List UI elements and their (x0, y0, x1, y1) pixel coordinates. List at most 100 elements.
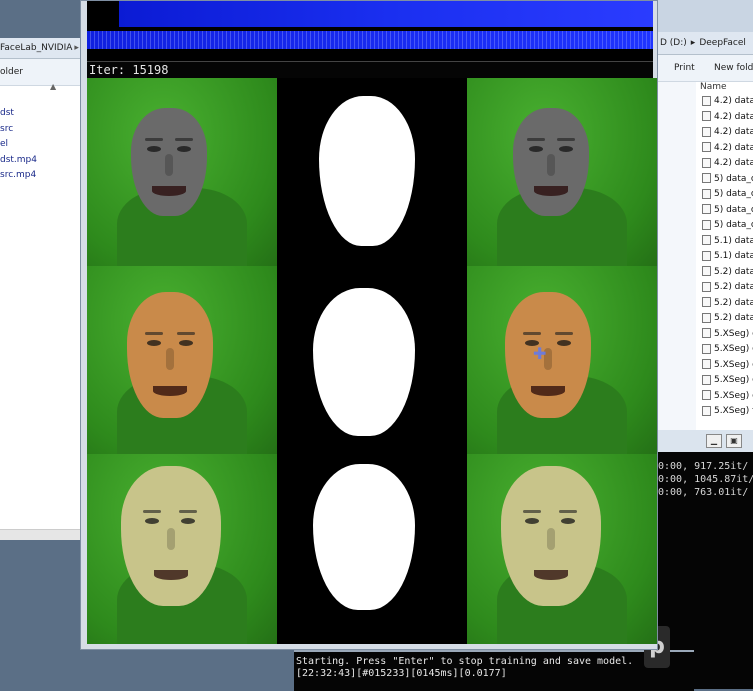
list-item[interactable]: 5) data_c (702, 187, 753, 203)
file-name: 5) data_c (714, 173, 753, 184)
list-item[interactable]: 5.1) data (702, 249, 753, 265)
face-eye (557, 340, 571, 346)
file-icon (702, 204, 711, 214)
minimize-icon[interactable]: ▁ (706, 434, 722, 448)
list-item[interactable]: 4.2) data (702, 141, 753, 157)
list-item[interactable]: 4.2) data (702, 156, 753, 172)
right-address-bar[interactable]: D (D:) ▸ DeepFacel (656, 32, 753, 55)
face-brow (523, 332, 541, 335)
file-icon (702, 235, 711, 245)
face-eye (147, 146, 161, 152)
file-name: 4.2) data (714, 111, 753, 122)
file-name: 5.2) data (714, 282, 753, 292)
maximize-icon[interactable]: ▣ (726, 434, 742, 448)
file-icon (702, 390, 711, 400)
face-eye (529, 146, 543, 152)
face-eye (559, 146, 573, 152)
new-folder-button[interactable]: older (0, 67, 23, 77)
left-address-bar[interactable]: FaceLab_NVIDIA▸w (0, 38, 82, 59)
loss-graph (87, 1, 653, 61)
list-item[interactable]: dst (0, 106, 37, 122)
file-icon (702, 328, 711, 338)
file-name: 4.2) data (714, 142, 753, 153)
preview-cell-src-2 (87, 266, 277, 454)
file-icon (702, 405, 711, 416)
face-brow (557, 138, 575, 141)
list-item[interactable]: 5.XSeg) c (702, 358, 753, 374)
console-output: 0:00, 917.25it/0:00, 1045.87it/0:00, 763… (658, 460, 753, 499)
list-item[interactable]: src.mp4 (0, 168, 37, 184)
preview-cell-swap-2: ✚ (467, 266, 657, 454)
console-output: Starting. Press "Enter" to stop training… (296, 656, 633, 680)
training-preview-window[interactable]: Iter: 15198 ✚ (80, 0, 658, 650)
list-item[interactable]: 4.2) data (702, 125, 753, 141)
face-brow (145, 138, 163, 141)
file-icon (702, 343, 711, 354)
list-item[interactable]: 5) data_c (702, 203, 753, 219)
print-button[interactable]: Print (674, 55, 695, 81)
preview-cell-mask-3 (277, 454, 467, 644)
file-name: 5.2) data (714, 266, 753, 277)
file-name: 5) data_c (714, 204, 753, 215)
list-item[interactable]: 4.2) data (702, 110, 753, 126)
face-brow (559, 510, 577, 513)
bottom-console-window: Starting. Press "Enter" to stop training… (294, 650, 694, 691)
left-horizontal-scrollbar[interactable] (0, 529, 82, 540)
console-line: 0:00, 763.01it/ (658, 487, 749, 498)
loss-graph-band-dst (87, 31, 653, 49)
list-item[interactable]: 5.2) data (702, 280, 753, 296)
right-toolbar: Print New folde (656, 55, 753, 82)
column-header-name[interactable]: Name (700, 82, 727, 92)
mask-shape (319, 96, 415, 246)
mouse-cursor-icon: ✚ (533, 344, 547, 363)
list-item[interactable]: 5.2) data (702, 296, 753, 312)
right-file-list: 4.2) data 4.2) data 4.2) data 4.2) data … (702, 94, 753, 420)
right-address-folder: DeepFacel (699, 38, 746, 48)
face-brow (177, 332, 195, 335)
list-item[interactable]: 5.XSeg) f (702, 404, 753, 420)
list-item[interactable]: 4.2) data (702, 94, 753, 110)
iteration-bar: Iter: 15198 (87, 61, 653, 78)
list-item[interactable]: 5.2) data (702, 265, 753, 281)
list-item[interactable]: 5.2) data (702, 311, 753, 327)
list-item[interactable]: 5) data_c (702, 218, 753, 234)
file-icon (702, 142, 711, 152)
file-name: 5) data_c (714, 189, 753, 199)
file-icon (702, 219, 711, 230)
left-explorer-window: FaceLab_NVIDIA▸w older ▲ dst src el dst.… (0, 38, 83, 540)
chevron-right-icon: ▸ (74, 43, 79, 53)
face-eye (147, 340, 161, 346)
list-item[interactable]: src (0, 122, 37, 138)
new-folder-button[interactable]: New folde (714, 55, 753, 81)
list-item[interactable]: 5.XSeg) c (702, 373, 753, 389)
left-address-path: FaceLab_NVIDIA (0, 43, 73, 53)
preview-cell-swap-3 (467, 454, 657, 644)
face-nose (167, 528, 175, 550)
console-line: [22:32:43][#015233][0145ms][0.0177] (296, 668, 507, 679)
list-item[interactable]: 5) data_c (702, 172, 753, 188)
face-brow (555, 332, 573, 335)
navigation-pane (656, 82, 696, 430)
scroll-up-icon[interactable]: ▲ (50, 82, 56, 91)
list-item[interactable]: 5.XSeg) c (702, 327, 753, 343)
console-line: 0:00, 1045.87it/ (658, 474, 753, 485)
face-gray (513, 108, 589, 216)
list-item[interactable]: 5.XSeg) c (702, 389, 753, 405)
face-brow (145, 332, 163, 335)
list-item[interactable]: el (0, 137, 37, 153)
loss-graph-band-src (119, 1, 653, 27)
list-item[interactable]: 5.XSeg) c (702, 342, 753, 358)
preview-cell-mask-2 (277, 266, 467, 454)
console-line: Starting. Press "Enter" to stop training… (296, 656, 634, 667)
list-item[interactable]: 5.1) data (702, 234, 753, 250)
file-name: 5.XSeg) c (714, 359, 753, 370)
preview-cell-src-1 (87, 78, 277, 266)
file-icon (702, 173, 711, 183)
preview-grid: ✚ (87, 78, 657, 644)
face-brow (179, 510, 197, 513)
right-window-titlebar (656, 0, 753, 32)
face-brow (175, 138, 193, 141)
mask-shape (313, 288, 415, 436)
file-icon (702, 111, 711, 121)
list-item[interactable]: dst.mp4 (0, 153, 37, 169)
